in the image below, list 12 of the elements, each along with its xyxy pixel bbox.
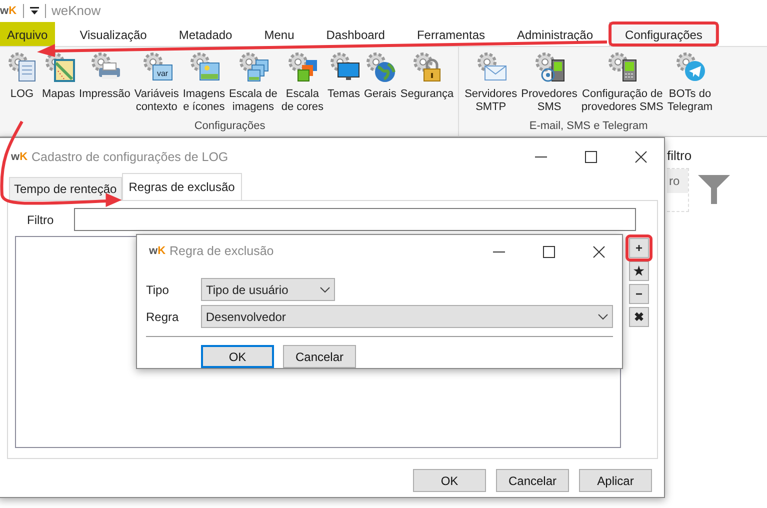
app-title: weKnow xyxy=(52,2,101,20)
group-label: Configurações xyxy=(193,118,266,134)
window-title: Regra de exclusão xyxy=(170,243,275,260)
group-label: E-mail, SMS e Telegram xyxy=(528,118,649,134)
window-title: Cadastro de configurações de LOG xyxy=(32,148,230,166)
field-label: Tipo xyxy=(146,282,170,298)
app-logo: wK xyxy=(149,244,166,260)
field-label: Regra xyxy=(146,308,180,326)
app-logo: wK xyxy=(11,150,28,165)
panel-heading: filtro xyxy=(667,147,692,165)
app-logo: wK xyxy=(0,4,17,19)
filter-label: Filtro xyxy=(26,212,55,228)
